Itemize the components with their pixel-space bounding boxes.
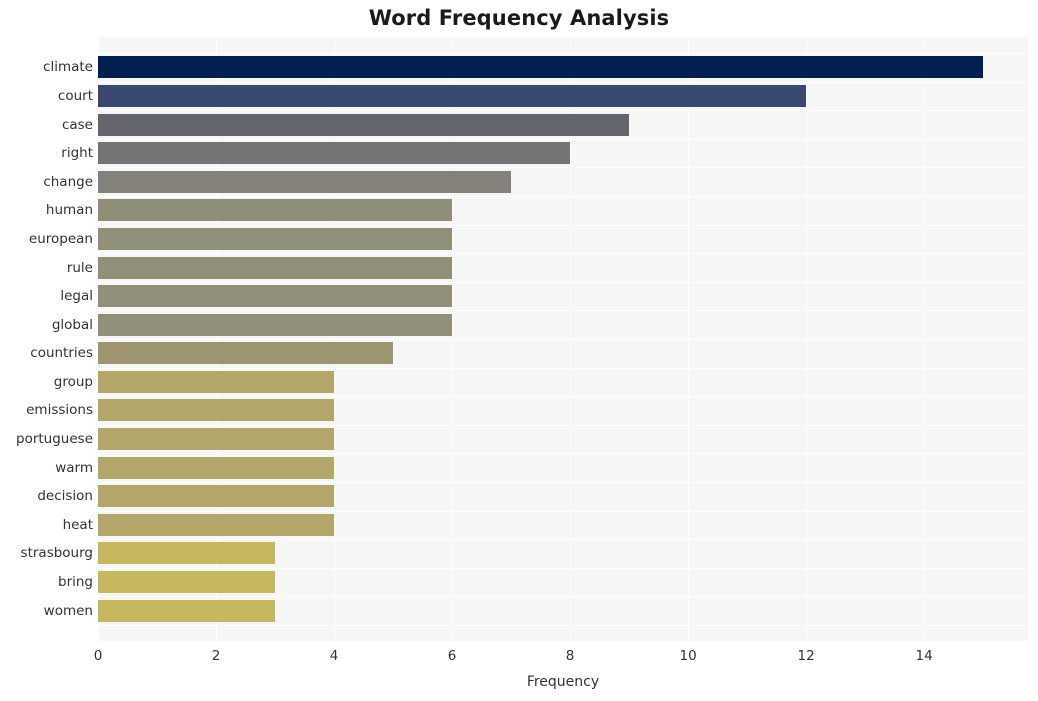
y-axis-tick-label: bring xyxy=(58,574,93,591)
y-axis-tick-label: decision xyxy=(37,488,93,505)
y-axis-tick-label: global xyxy=(51,316,93,333)
x-axis-tick-label: 0 xyxy=(93,648,103,664)
y-axis-tick-label: portuguese xyxy=(16,431,93,448)
y-axis-tick-label: group xyxy=(53,373,93,390)
y-axis-tick-label: emissions xyxy=(26,402,93,419)
y-axis-tick-label: case xyxy=(61,116,93,133)
y-axis-tick-label: court xyxy=(57,87,93,104)
x-axis-title: Frequency xyxy=(526,674,600,690)
x-axis-tick-label: 12 xyxy=(797,648,815,664)
x-axis-tick-label: 2 xyxy=(211,648,221,664)
y-axis-tick-label: heat xyxy=(62,516,93,533)
y-axis-tick-label: countries xyxy=(30,345,93,362)
x-axis-tick-label: 4 xyxy=(329,648,339,664)
y-axis-tick-label: human xyxy=(45,202,93,219)
chart-title: Word Frequency Analysis xyxy=(368,6,670,30)
x-axis-tick-label: 14 xyxy=(915,648,933,664)
y-axis-tick-label: legal xyxy=(60,288,93,305)
y-axis-tick-label: strasbourg xyxy=(20,545,93,562)
y-axis-tick-label: european xyxy=(28,230,93,247)
x-axis-tick-label: 10 xyxy=(679,648,697,664)
x-axis-tick-label: 6 xyxy=(447,648,457,664)
x-axis-tick-label: 8 xyxy=(565,648,575,664)
y-axis-tick-label: rule xyxy=(66,259,93,276)
y-axis-tick-label: change xyxy=(43,173,93,190)
y-axis-tick-label: women xyxy=(43,602,93,619)
y-axis-tick-label: climate xyxy=(43,59,93,76)
word-frequency-chart: Word Frequency Analysis climate court case… xyxy=(0,0,1038,701)
y-axis-tick-labels: climate court case right change human european… xyxy=(0,37,1038,641)
y-axis-tick-label: right xyxy=(61,145,93,162)
y-axis-tick-label: warm xyxy=(55,459,93,476)
x-axis-tick-labels: 0 2 4 6 8 10 12 14 xyxy=(0,648,1038,670)
